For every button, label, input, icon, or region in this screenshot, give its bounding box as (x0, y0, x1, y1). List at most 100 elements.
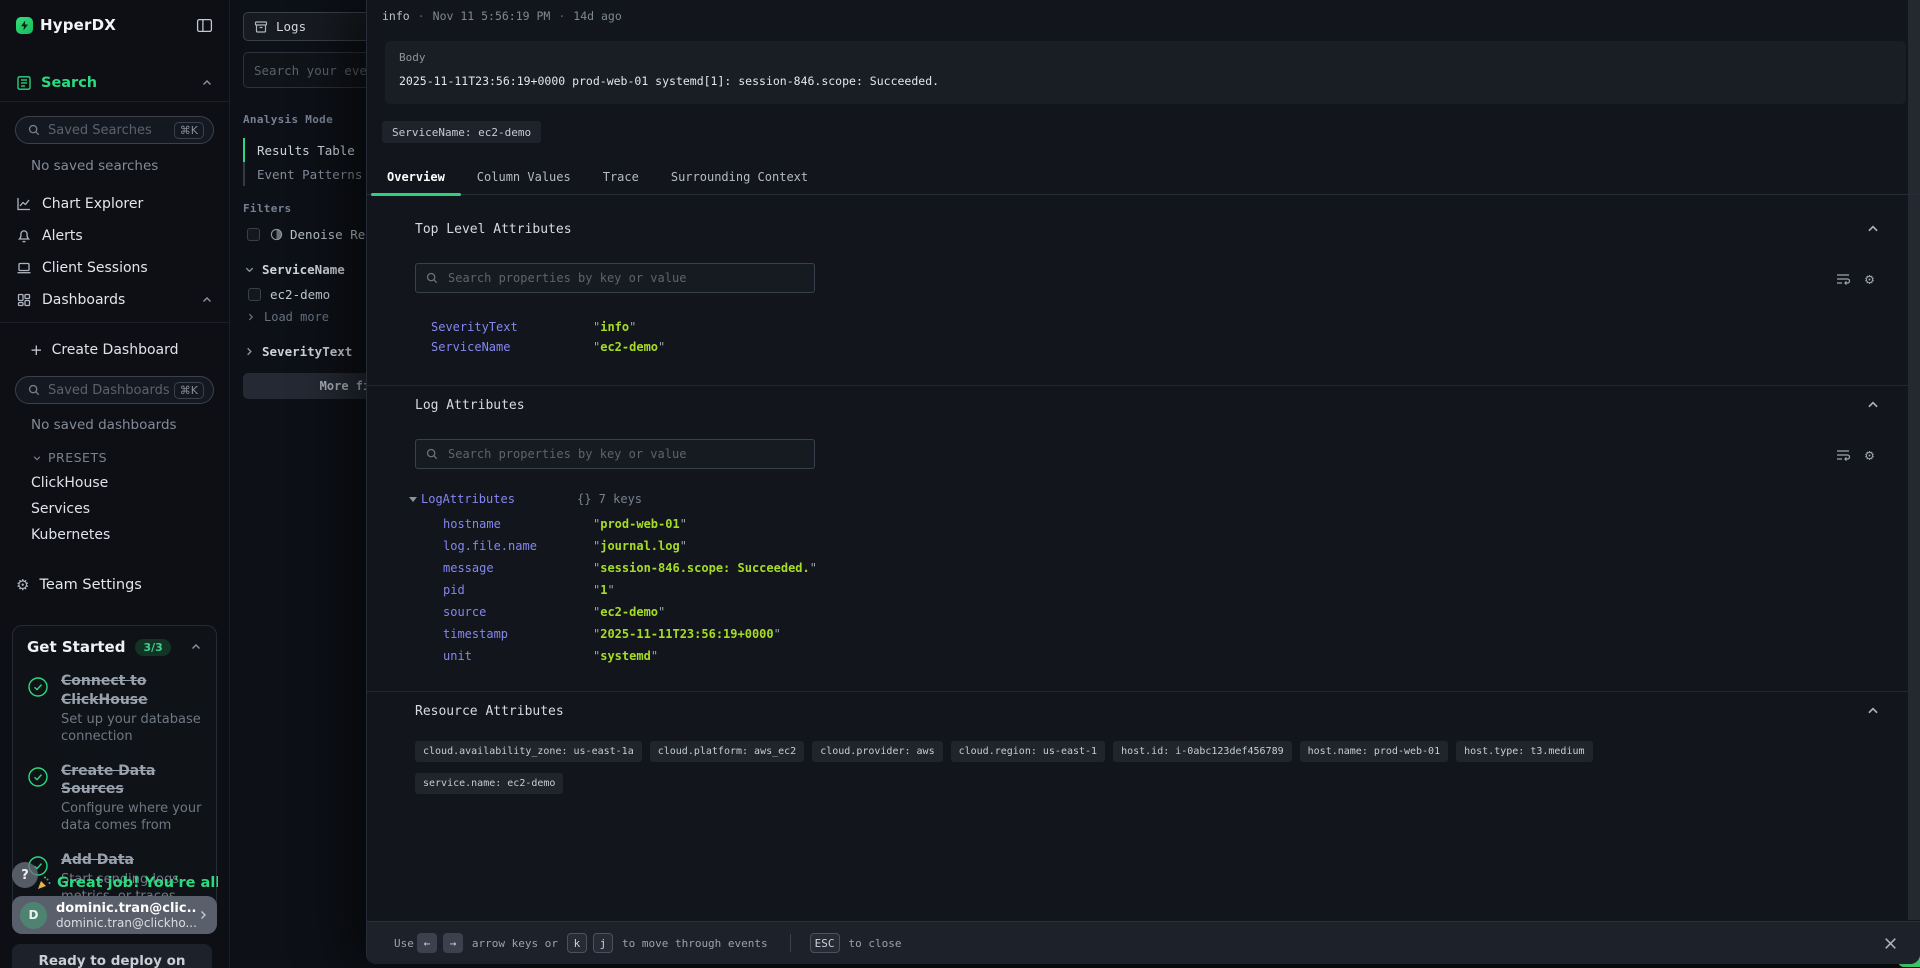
saved-searches-input[interactable]: Saved Searches ⌘K (15, 116, 214, 144)
hyperdx-app: HyperDX Search Saved Searches ⌘K No save… (0, 0, 1920, 968)
property-search-input[interactable] (446, 270, 804, 286)
user-name: dominic.tran@clic... (56, 901, 197, 916)
panel-scrollbar[interactable] (1908, 0, 1920, 920)
laptop-icon (16, 260, 33, 276)
attribute-value[interactable]: systemd (593, 649, 658, 663)
event-body-card: Body 2025-11-11T23:56:19+0000 prod-web-0… (385, 41, 1906, 104)
property-search[interactable] (415, 439, 815, 469)
section-log-attributes: Log Attributes ⚙ (367, 385, 1908, 691)
shortcut-badge: ⌘K (174, 382, 204, 399)
left-arrow-keycap: ← (417, 933, 437, 953)
attribute-key[interactable]: hostname (443, 517, 593, 531)
resource-chip[interactable]: cloud.availability_zone: us-east-1a (415, 741, 642, 762)
attribute-key[interactable]: unit (443, 649, 593, 663)
wrap-lines-icon[interactable] (1835, 271, 1851, 287)
no-saved-dashboards-text: No saved dashboards (31, 417, 213, 433)
attribute-value[interactable]: prod-web-01 (593, 517, 687, 531)
attribute-key[interactable]: LogAttributes (421, 492, 577, 506)
attribute-value[interactable]: session-846.scope: Succeeded. (593, 561, 817, 575)
attribute-key[interactable]: ServiceName (431, 340, 593, 354)
nav-label: Chart Explorer (42, 196, 143, 212)
chevron-up-icon[interactable] (190, 641, 202, 653)
create-dashboard-button[interactable]: + Create Dashboard (30, 341, 213, 359)
resource-chip[interactable]: host.name: prod-web-01 (1300, 741, 1448, 762)
denoise-icon (270, 228, 283, 241)
sidebar-item-search[interactable]: Search (0, 78, 229, 102)
wrap-lines-icon[interactable] (1835, 447, 1851, 463)
chevron-up-icon[interactable] (1866, 222, 1880, 236)
sidebar-nav: Chart Explorer Alerts Client Sessions Da… (0, 190, 229, 323)
chevron-up-icon[interactable] (1866, 704, 1880, 718)
attribute-key[interactable]: source (443, 605, 593, 619)
attribute-value[interactable]: info (593, 320, 636, 334)
resource-chip[interactable]: host.type: t3.medium (1456, 741, 1592, 762)
check-circle-icon (27, 766, 49, 788)
log-attributes-tree: LogAttributes {} 7 keys hostname prod-we… (415, 491, 1868, 667)
attribute-row: hostname prod-web-01 (415, 513, 1868, 535)
congrats-text: Great job! You're all (57, 875, 218, 891)
section-title: Resource Attributes (415, 704, 1868, 719)
footer-text: Use (394, 937, 414, 950)
presets-toggle[interactable]: PRESETS (32, 450, 213, 465)
user-menu[interactable]: D dominic.tran@clic... dominic.tran@clic… (12, 896, 217, 934)
close-icon[interactable] (1883, 936, 1898, 951)
property-search-input[interactable] (446, 446, 804, 462)
separator-dot: · (558, 9, 565, 23)
tab-trace[interactable]: Trace (587, 160, 655, 194)
collapse-sidebar-icon[interactable] (196, 17, 213, 34)
resource-chip[interactable]: service.name: ec2-demo (415, 773, 563, 794)
tab-label: Column Values (477, 170, 571, 184)
tab-column-values[interactable]: Column Values (461, 160, 587, 194)
attribute-key[interactable]: message (443, 561, 593, 575)
resource-chip[interactable]: cloud.provider: aws (812, 741, 942, 762)
saved-dashboards-input[interactable]: Saved Dashboards ⌘K (15, 376, 214, 404)
congrats-message: Great job! You're all (36, 870, 218, 896)
deploy-banner[interactable]: Ready to deploy on (12, 944, 212, 968)
preset-kubernetes[interactable]: Kubernetes (0, 523, 229, 547)
gear-icon[interactable]: ⚙ (1865, 271, 1874, 287)
resource-chip[interactable]: cloud.platform: aws_ec2 (650, 741, 804, 762)
attribute-value[interactable]: journal.log (593, 539, 687, 553)
attribute-key[interactable]: timestamp (443, 627, 593, 641)
resource-chip[interactable]: cloud.region: us-east-1 (951, 741, 1105, 762)
attribute-key[interactable]: pid (443, 583, 593, 597)
preset-services[interactable]: Services (0, 497, 229, 521)
sidebar-item-alerts[interactable]: Alerts (0, 222, 229, 250)
get-started-step-sources[interactable]: Create Data Sources Configure where your… (27, 762, 202, 836)
section-top-level-attributes: Top Level Attributes ⚙ (367, 196, 1908, 385)
attribute-value[interactable]: ec2-demo (593, 605, 665, 619)
property-search[interactable] (415, 263, 815, 293)
tab-overview[interactable]: Overview (371, 160, 461, 194)
plus-icon: + (30, 341, 43, 359)
filter-value-checkbox[interactable] (248, 288, 261, 301)
right-arrow-keycap: → (443, 933, 463, 953)
attribute-value[interactable]: 1 (593, 583, 615, 597)
sidebar-item-chart-explorer[interactable]: Chart Explorer (0, 190, 229, 218)
sidebar-search-label: Search (41, 75, 97, 91)
top-level-attributes-list: SeverityText info ServiceName ec2-demo (415, 317, 1868, 357)
attribute-key[interactable]: SeverityText (431, 320, 593, 334)
sidebar-item-client-sessions[interactable]: Client Sessions (0, 254, 229, 282)
tab-label: Overview (387, 170, 445, 184)
resource-chip[interactable]: host.id: i-0abc123def456789 (1113, 741, 1292, 762)
help-button[interactable]: ? (12, 862, 38, 888)
tab-surrounding-context[interactable]: Surrounding Context (655, 160, 824, 194)
j-keycap: j (593, 933, 613, 953)
esc-keycap: ESC (810, 933, 840, 953)
get-started-step-connect[interactable]: Connect to ClickHouse Set up your databa… (27, 672, 202, 746)
sidebar-item-team-settings[interactable]: ⚙ Team Settings (16, 577, 213, 593)
chevron-up-icon[interactable] (1866, 398, 1880, 412)
attribute-value[interactable]: ec2-demo (593, 340, 665, 354)
tree-root-logattributes[interactable]: LogAttributes {} 7 keys (409, 491, 1868, 507)
attribute-key[interactable]: log.file.name (443, 539, 593, 553)
nav-label: Client Sessions (42, 260, 148, 276)
preset-clickhouse[interactable]: ClickHouse (0, 471, 229, 495)
gear-icon[interactable]: ⚙ (1865, 447, 1874, 463)
sidebar-item-dashboards[interactable]: Dashboards (0, 286, 229, 314)
attribute-value[interactable]: 2025-11-11T23:56:19+0000 (593, 627, 781, 641)
denoise-checkbox[interactable] (247, 228, 260, 241)
chevron-down-icon (32, 453, 42, 463)
app-title: HyperDX (40, 16, 116, 34)
footer-divider (790, 934, 791, 952)
service-tag-chip[interactable]: ServiceName: ec2-demo (382, 121, 541, 143)
